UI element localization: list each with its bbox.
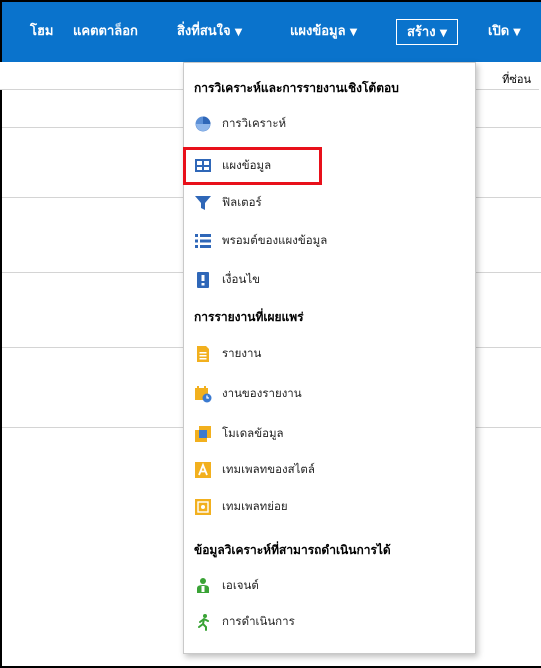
menu-item-report-job[interactable]: งานของรายงาน [194, 381, 464, 407]
menu-item-label: เอเจนต์ [222, 578, 259, 592]
nav-favorites[interactable]: สิ่งที่สนใจ ▼ [177, 19, 242, 45]
column-tail-label: ที่ซ่อน [502, 73, 531, 86]
sub-template-icon [194, 498, 212, 516]
menu-item-label: งานของรายงาน [222, 386, 302, 400]
section-actionable-intelligence: ข้อมูลวิเคราะห์ที่สามารถดำเนินการได้ [194, 543, 391, 557]
nav-create-label: สร้าง [407, 25, 436, 40]
menu-item-analysis[interactable]: การวิเคราะห์ [194, 111, 464, 137]
menu-item-label: พรอมต์ของแผงข้อมูล [222, 233, 328, 247]
menu-item-agent[interactable]: เอเจนต์ [194, 573, 464, 599]
menu-item-label: รายงาน [222, 346, 262, 360]
analysis-icon [194, 115, 212, 133]
menu-item-label: การดำเนินการ [222, 614, 295, 628]
nav-dashboards[interactable]: แผงข้อมูล ▼ [290, 19, 357, 45]
menu-item-label: ฟิลเตอร์ [222, 195, 262, 209]
nav-create-button[interactable]: สร้าง ▼ [396, 19, 459, 45]
chevron-down-icon: ▼ [513, 27, 521, 38]
top-navigation-bar: โฮม แคตตาล็อก สิ่งที่สนใจ ▼ แผงข้อมูล ▼ สร… [2, 2, 541, 62]
nav-favorites-label: สิ่งที่สนใจ [177, 24, 231, 39]
menu-item-action[interactable]: การดำเนินการ [194, 609, 464, 635]
menu-item-filter[interactable]: ฟิลเตอร์ [194, 190, 464, 216]
nav-home-label: โฮม [30, 24, 54, 39]
menu-item-label: เงื่อนไข [222, 272, 260, 286]
menu-item-style-template[interactable]: เทมเพลทของสไตล์ [194, 457, 464, 483]
nav-catalog-label: แคตตาล็อก [73, 24, 138, 39]
section-published-reporting: การรายงานที่เผยแพร่ [194, 310, 304, 324]
style-template-icon [194, 461, 212, 479]
menu-item-data-model[interactable]: โมเดลข้อมูล [194, 421, 464, 447]
menu-item-label: โมเดลข้อมูล [222, 426, 284, 440]
dashboard-prompt-icon [194, 232, 212, 250]
nav-catalog[interactable]: แคตตาล็อก [73, 19, 138, 45]
agent-icon [194, 577, 212, 595]
action-icon [194, 613, 212, 631]
chevron-down-icon: ▼ [349, 27, 358, 38]
dashboard-highlight-box [183, 147, 322, 185]
nav-dashboards-label: แผงข้อมูล [290, 24, 346, 39]
menu-item-dashboard-prompt[interactable]: พรอมต์ของแผงข้อมูล [194, 228, 464, 254]
menu-item-report[interactable]: รายงาน [194, 341, 464, 367]
report-icon [194, 345, 212, 363]
menu-item-label: เทมเพลทของสไตล์ [222, 462, 315, 476]
section-interactive-reporting: การวิเคราะห์และการรายงานเชิงโต้ตอบ [194, 81, 399, 95]
menu-item-sub-template[interactable]: เทมเพลทย่อย [194, 494, 464, 520]
menu-item-label: เทมเพลทย่อย [222, 499, 288, 513]
nav-open-label: เปิด [488, 24, 510, 39]
nav-home[interactable]: โฮม [30, 19, 54, 45]
chevron-down-icon: ▼ [439, 28, 448, 39]
chevron-down-icon: ▼ [234, 27, 243, 38]
menu-item-label: การวิเคราะห์ [222, 116, 287, 130]
filter-icon [194, 194, 212, 212]
condition-icon [194, 271, 212, 289]
nav-open[interactable]: เปิด ▼ [488, 19, 521, 45]
menu-item-condition[interactable]: เงื่อนไข [194, 267, 464, 293]
report-job-icon [194, 385, 212, 403]
data-model-icon [194, 425, 212, 443]
